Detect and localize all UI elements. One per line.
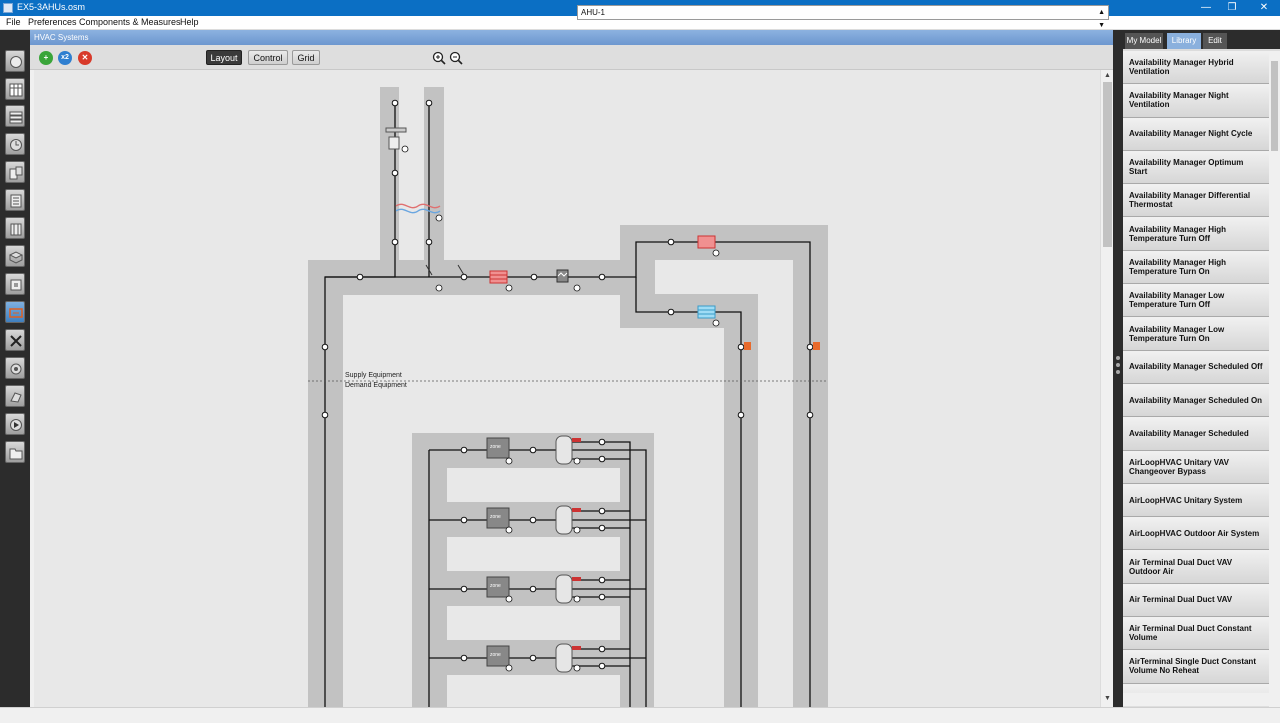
layout-button[interactable]: Layout	[206, 50, 242, 65]
demand-equipment-label: Demand Equipment	[345, 382, 407, 389]
hvac-header: HVAC Systems	[30, 30, 1113, 45]
hvac-systems-icon[interactable]	[5, 301, 25, 323]
constructions-icon[interactable]	[5, 105, 25, 127]
list-item[interactable]: Availability Manager High Temperature Tu…	[1123, 217, 1269, 251]
canvas-scroll-thumb[interactable]	[1103, 82, 1112, 247]
scroll-up-icon[interactable]: ▲	[1104, 72, 1111, 79]
list-item[interactable]: Availability Manager Scheduled	[1123, 417, 1269, 451]
list-item[interactable]: AirLoopHVAC Unitary System	[1123, 483, 1269, 518]
cooling-coil-icon[interactable]	[697, 305, 716, 319]
library-list: Availability Manager Hybrid Ventilation …	[1123, 51, 1269, 723]
menu-components-measures[interactable]: Components & Measures	[79, 17, 181, 27]
restore-button[interactable]: ❐	[1222, 1, 1242, 15]
list-item[interactable]: Availability Manager Scheduled On	[1123, 383, 1269, 418]
loop-select[interactable]: AHU-1 ▲ ▼	[577, 5, 1109, 29]
heating-coil-icon[interactable]	[489, 270, 508, 284]
list-item[interactable]: Availability Manager Optimum Start	[1123, 150, 1269, 185]
simulation-settings-icon[interactable]	[5, 385, 25, 407]
zoom-in-icon[interactable]	[432, 51, 446, 65]
list-item[interactable]: Availability Manager Low Temperature Tur…	[1123, 317, 1269, 351]
menu-preferences[interactable]: Preferences	[28, 17, 77, 27]
schedules-icon[interactable]	[5, 78, 25, 100]
list-item[interactable]: AirLoopHVAC Outdoor Air System	[1123, 517, 1269, 551]
app-icon	[3, 3, 13, 13]
site-icon[interactable]	[5, 50, 25, 72]
list-item[interactable]: Availability Manager Hybrid Ventilation	[1123, 51, 1269, 85]
zone-label: zone	[490, 652, 501, 658]
list-item[interactable]: Availability Manager Night Ventilation	[1123, 84, 1269, 118]
window-title: EX5-3AHUs.osm	[17, 2, 86, 12]
copy-loop-button[interactable]: x2	[58, 51, 72, 65]
thermal-zones-icon[interactable]	[5, 273, 25, 295]
menu-file[interactable]: File	[6, 17, 21, 27]
list-item[interactable]: AirTerminal Single Duct Constant Volume …	[1123, 650, 1269, 684]
facility-icon[interactable]	[5, 217, 25, 239]
list-item[interactable]: Availability Manager Night Cycle	[1123, 117, 1269, 151]
list-item[interactable]: Availability Manager Differential Thermo…	[1123, 184, 1269, 218]
list-item[interactable]: Availability Manager High Temperature Tu…	[1123, 250, 1269, 285]
space-types-icon[interactable]	[5, 161, 25, 183]
close-window-button[interactable]: ✕	[1254, 1, 1274, 15]
list-item[interactable]: AirLoopHVAC Unitary VAV Changeover Bypas…	[1123, 450, 1269, 484]
library-panel: My Model Library Edit Availability Manag…	[1123, 30, 1280, 720]
list-item[interactable]: Air Terminal Dual Duct VAV	[1123, 583, 1269, 618]
left-tab-bar	[0, 30, 30, 720]
geometry-icon[interactable]	[5, 189, 25, 211]
list-item[interactable]: Availability Manager Scheduled Off	[1123, 350, 1269, 384]
tab-edit[interactable]: Edit	[1203, 33, 1227, 49]
hvac-canvas[interactable]: Supply Equipment Demand Equipment zone z…	[34, 70, 1100, 707]
grid-button[interactable]: Grid	[292, 50, 320, 65]
list-item[interactable]: Availability Manager Low Temperature Tur…	[1123, 284, 1269, 318]
canvas-scrollbar[interactable]: ▲ ▼	[1100, 70, 1113, 707]
library-scrollbar[interactable]	[1269, 51, 1280, 720]
loop-select-value: AHU-1	[581, 8, 606, 17]
panel-splitter[interactable]	[1113, 30, 1123, 720]
library-hscrollbar[interactable]	[1123, 693, 1269, 706]
fan-icon[interactable]	[556, 269, 569, 283]
air-loop-diagram[interactable]	[34, 70, 1100, 707]
loads-icon[interactable]	[5, 133, 25, 155]
library-scroll-thumb[interactable]	[1271, 61, 1278, 151]
spaces-icon[interactable]	[5, 245, 25, 267]
zoom-out-icon[interactable]	[449, 51, 463, 65]
tab-my-model[interactable]: My Model	[1125, 33, 1163, 49]
scroll-down-icon[interactable]: ▼	[1104, 695, 1111, 702]
run-simulation-icon[interactable]	[5, 413, 25, 435]
list-item[interactable]: Air Terminal Dual Duct VAV Outdoor Air	[1123, 550, 1269, 584]
hvac-toolbar: + x2 ✕ Layout Control Grid	[30, 45, 1113, 70]
list-item[interactable]: Air Terminal Dual Duct Constant Volume	[1123, 617, 1269, 651]
zone-label: zone	[490, 444, 501, 450]
panel-tabs: My Model Library Edit	[1123, 30, 1280, 49]
heating-coil-icon[interactable]	[697, 235, 716, 249]
page-title: HVAC Systems	[34, 33, 89, 42]
zone-label: zone	[490, 583, 501, 589]
results-icon[interactable]	[5, 441, 25, 463]
supply-equipment-label: Supply Equipment	[345, 372, 402, 379]
add-loop-button[interactable]: +	[39, 51, 53, 65]
measures-icon[interactable]	[5, 357, 25, 379]
minimize-button[interactable]: —	[1196, 1, 1216, 15]
zone-label: zone	[490, 514, 501, 520]
tab-library[interactable]: Library	[1167, 33, 1201, 49]
building-summary-icon[interactable]	[5, 329, 25, 351]
status-bar	[0, 707, 1280, 720]
delete-loop-button[interactable]: ✕	[78, 51, 92, 65]
chevron-down-icon: ▲ ▼	[1098, 9, 1105, 29]
menu-help[interactable]: Help	[180, 17, 199, 27]
control-button[interactable]: Control	[248, 50, 288, 65]
